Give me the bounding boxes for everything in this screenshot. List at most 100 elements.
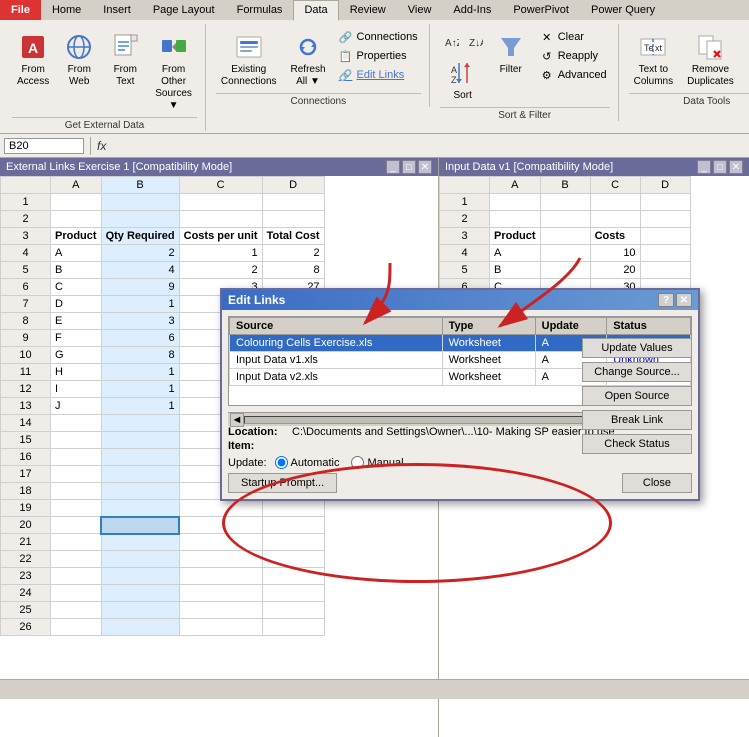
edit-links-dialog-overlay: Edit Links ? ✕ Source Type Update: [220, 288, 700, 501]
open-source-button[interactable]: Open Source: [582, 386, 692, 406]
check-status-button[interactable]: Check Status: [582, 434, 692, 454]
sort-button[interactable]: A Z Sort: [440, 54, 486, 105]
sort-filter-items: A↑Z Z↓A A Z: [440, 24, 610, 105]
location-value: C:\Documents and Settings\Owner\...\10- …: [292, 426, 615, 438]
remove-duplicates-label: RemoveDuplicates: [687, 64, 734, 88]
fx-label: fx: [97, 139, 106, 153]
clear-button[interactable]: ✕ Clear: [536, 28, 610, 46]
formula-bar-separator: [90, 137, 91, 155]
reapply-label: Reapply: [558, 50, 598, 62]
sheet1-restore[interactable]: □: [402, 160, 416, 174]
sort-label: Sort: [454, 90, 472, 102]
sheet1-close[interactable]: ✕: [418, 160, 432, 174]
from-access-label: FromAccess: [17, 64, 49, 88]
tab-file[interactable]: File: [0, 0, 41, 20]
table-row: 25: [1, 602, 325, 619]
refresh-all-label: RefreshAll ▼: [291, 64, 326, 88]
from-web-label: FromWeb: [68, 64, 91, 88]
tab-insert[interactable]: Insert: [92, 0, 142, 20]
sheet2-minimize[interactable]: _: [697, 160, 711, 174]
svg-text:A: A: [451, 65, 457, 75]
text-to-columns-label: Text toColumns: [634, 64, 673, 88]
table-row: 26: [1, 619, 325, 636]
from-text-label: FromText: [114, 64, 137, 88]
sort-filter-small-buttons: ✕ Clear ↺ Reapply ⚙ Advanced: [536, 28, 610, 84]
filter-button[interactable]: Filter: [490, 28, 532, 79]
from-text-button[interactable]: FromText: [104, 28, 146, 91]
scroll-left[interactable]: ◄: [230, 413, 244, 427]
sort-az-button[interactable]: A↑Z: [440, 32, 462, 52]
startup-prompt-button[interactable]: Startup Prompt...: [228, 473, 337, 493]
filter-label: Filter: [500, 64, 522, 76]
dialog-bottom-row: Startup Prompt... Close: [228, 473, 692, 493]
advanced-icon: ⚙: [539, 67, 555, 83]
change-source-button[interactable]: Change Source...: [582, 362, 692, 382]
table-row: 23: [1, 568, 325, 585]
advanced-label: Advanced: [558, 69, 607, 81]
table-row: 19: [1, 500, 325, 517]
table-row: 1: [1, 194, 325, 211]
col-d-header: D: [262, 177, 324, 194]
col-a-header: A: [51, 177, 102, 194]
update-values-button[interactable]: Update Values: [582, 338, 692, 358]
dialog-close-button[interactable]: Close: [622, 473, 692, 493]
tab-page-layout[interactable]: Page Layout: [142, 0, 226, 20]
auto-radio-item: Automatic: [275, 456, 340, 469]
svg-text:Te: Te: [644, 43, 654, 53]
clear-label: Clear: [558, 31, 584, 43]
manual-radio-item: Manual: [351, 456, 403, 469]
connections-small-button[interactable]: 🔗 Connections: [335, 28, 421, 46]
status-bar: [0, 679, 749, 699]
manual-radio[interactable]: [351, 456, 364, 469]
sheet2-controls: _ □ ✕: [697, 160, 743, 174]
text-to-columns-button[interactable]: Te xt Text toColumns: [629, 28, 678, 91]
sheet1-controls: _ □ ✕: [386, 160, 432, 174]
table-row: 5B20: [440, 262, 691, 279]
dialog-action-buttons: Update Values Change Source... Open Sour…: [582, 338, 692, 454]
sheet1-minimize[interactable]: _: [386, 160, 400, 174]
existing-connections-button[interactable]: ExistingConnections: [216, 28, 282, 91]
name-box[interactable]: B20: [4, 138, 84, 154]
dialog-close-x-button[interactable]: ✕: [676, 293, 692, 307]
tab-home[interactable]: Home: [41, 0, 92, 20]
break-link-button[interactable]: Break Link: [582, 410, 692, 430]
ribbon-tab-bar: File Home Insert Page Layout Formulas Da…: [0, 0, 749, 20]
svg-text:A: A: [28, 40, 38, 56]
auto-label: Automatic: [291, 457, 340, 469]
refresh-all-button[interactable]: RefreshAll ▼: [286, 28, 331, 91]
dialog-help-button[interactable]: ?: [658, 293, 674, 307]
sort-za-button[interactable]: Z↓A: [464, 32, 486, 52]
auto-radio[interactable]: [275, 456, 288, 469]
tab-powerpivot[interactable]: PowerPivot: [502, 0, 580, 20]
group-connections: ExistingConnections RefreshAll ▼: [208, 24, 430, 107]
svg-text:Z: Z: [451, 75, 457, 85]
connections-label: Connections: [216, 93, 421, 107]
edit-links-button[interactable]: 🔗 Edit Links: [335, 66, 421, 84]
reapply-button[interactable]: ↺ Reapply: [536, 47, 610, 65]
formula-input[interactable]: [110, 140, 745, 152]
properties-button[interactable]: 📋 Properties: [335, 47, 421, 65]
from-access-button[interactable]: A FromAccess: [12, 28, 54, 91]
update-row: Update: Automatic Manual: [228, 456, 692, 469]
tab-formulas[interactable]: Formulas: [226, 0, 294, 20]
ribbon: File Home Insert Page Layout Formulas Da…: [0, 0, 749, 134]
table-row: 3ProductQty RequiredCosts per unitTotal …: [1, 228, 325, 245]
connections-items: ExistingConnections RefreshAll ▼: [216, 24, 421, 91]
table-row: 3ProductCosts: [440, 228, 691, 245]
tab-data[interactable]: Data: [293, 0, 338, 21]
tab-view[interactable]: View: [397, 0, 443, 20]
s2-row-header-col: [440, 177, 490, 194]
from-web-button[interactable]: FromWeb: [58, 28, 100, 91]
sheet2-close[interactable]: ✕: [729, 160, 743, 174]
tab-review[interactable]: Review: [339, 0, 397, 20]
remove-duplicates-button[interactable]: RemoveDuplicates: [682, 28, 739, 91]
from-other-sources-button[interactable]: From OtherSources ▼: [150, 28, 197, 115]
col-b-header: B: [101, 177, 179, 194]
tab-powerquery[interactable]: Power Query: [580, 0, 666, 20]
validation-button[interactable]: Va▼: [743, 28, 749, 91]
dialog-title-controls: ? ✕: [658, 293, 692, 307]
advanced-button[interactable]: ⚙ Advanced: [536, 66, 610, 84]
tab-addins[interactable]: Add-Ins: [442, 0, 502, 20]
sheet2-restore[interactable]: □: [713, 160, 727, 174]
dialog-col-type: Type: [442, 318, 535, 335]
